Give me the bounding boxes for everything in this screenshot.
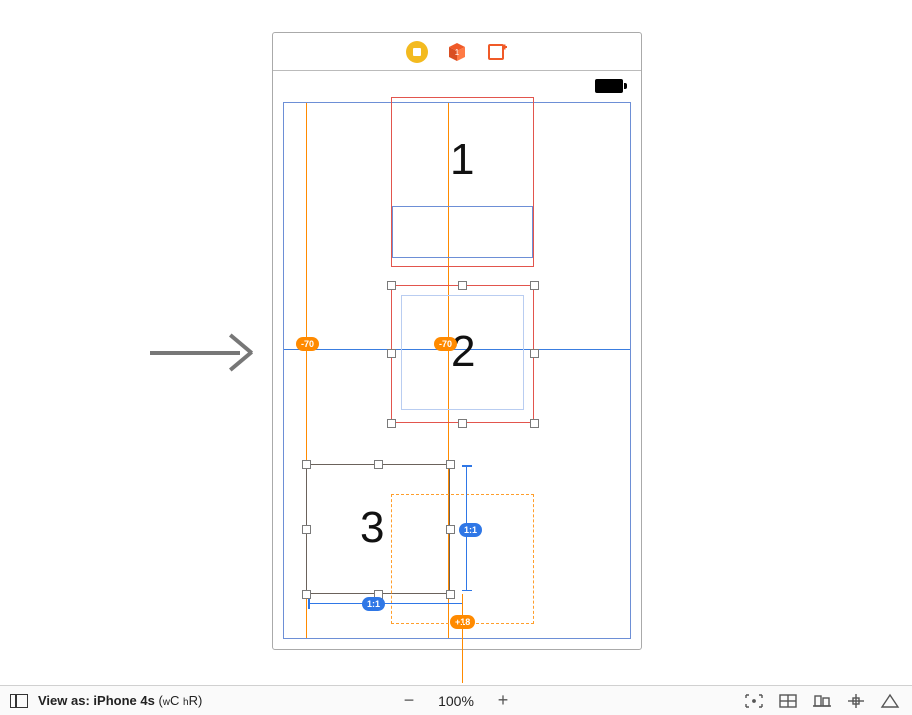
panel-toggle-icon[interactable]	[10, 694, 28, 708]
guide-vertical-extend	[462, 623, 463, 683]
svg-text:1: 1	[455, 48, 460, 57]
constraint-badge-minus70-b[interactable]: -70	[434, 337, 457, 351]
sel-handle[interactable]	[374, 460, 383, 469]
zoom-in-button[interactable]: +	[494, 692, 512, 710]
constraint-badge-1-1-vertical[interactable]: 1:1	[459, 523, 482, 537]
root-view[interactable]: 1 2 -70 -70	[283, 102, 631, 639]
view-as-prefix: View as:	[38, 693, 93, 708]
zoom-out-button[interactable]: −	[400, 692, 418, 710]
align-icon[interactable]	[812, 693, 832, 709]
editor-workspace: 1	[0, 0, 912, 685]
view-as-device: iPhone 4s	[93, 693, 154, 708]
zoom-value[interactable]: 100%	[434, 693, 478, 709]
add-view-icon[interactable]	[486, 41, 508, 63]
stop-icon[interactable]	[406, 41, 428, 63]
sel-handle[interactable]	[458, 281, 467, 290]
canvas[interactable]: 1	[0, 0, 912, 685]
resolve-issues-icon[interactable]	[880, 693, 900, 709]
bottom-toolbar: View as: iPhone 4s (wC hR) − 100% +	[0, 685, 912, 715]
focus-icon[interactable]	[744, 693, 764, 709]
sel-handle[interactable]	[530, 281, 539, 290]
sel-handle[interactable]	[446, 525, 455, 534]
sel-handle[interactable]	[387, 349, 396, 358]
view-as-button[interactable]: View as: iPhone 4s (wC hR)	[38, 693, 202, 708]
zoom-controls: − 100% +	[400, 692, 512, 710]
device-body: 1 2 -70 -70	[273, 71, 641, 649]
sel-handle[interactable]	[387, 419, 396, 428]
sel-handle[interactable]	[446, 590, 455, 599]
pin-constraints-icon[interactable]	[846, 693, 866, 709]
cube-3d-icon[interactable]: 1	[446, 41, 468, 63]
initial-vc-arrow	[150, 342, 260, 362]
sel-handle[interactable]	[458, 419, 467, 428]
sel-handle[interactable]	[530, 349, 539, 358]
constraint-badge-minus70-a[interactable]: -70	[296, 337, 319, 351]
sel-handle[interactable]	[302, 590, 311, 599]
view-1-subview[interactable]	[392, 206, 533, 258]
constraint-badge-1-1-horizontal[interactable]: 1:1	[362, 597, 385, 611]
view-1-label: 1	[450, 135, 474, 185]
measure-horizontal-1-1[interactable]	[308, 603, 463, 604]
scene-toolbar: 1	[273, 33, 641, 71]
sel-handle[interactable]	[387, 281, 396, 290]
battery-icon	[595, 79, 627, 93]
sel-handle[interactable]	[302, 525, 311, 534]
sel-handle[interactable]	[446, 460, 455, 469]
view-2-label: 2	[451, 327, 475, 377]
sel-handle[interactable]	[530, 419, 539, 428]
scene-device-frame[interactable]: 1	[272, 32, 642, 650]
view-3-label: 3	[360, 503, 384, 553]
sel-handle[interactable]	[302, 460, 311, 469]
embed-stack-icon[interactable]	[778, 693, 798, 709]
